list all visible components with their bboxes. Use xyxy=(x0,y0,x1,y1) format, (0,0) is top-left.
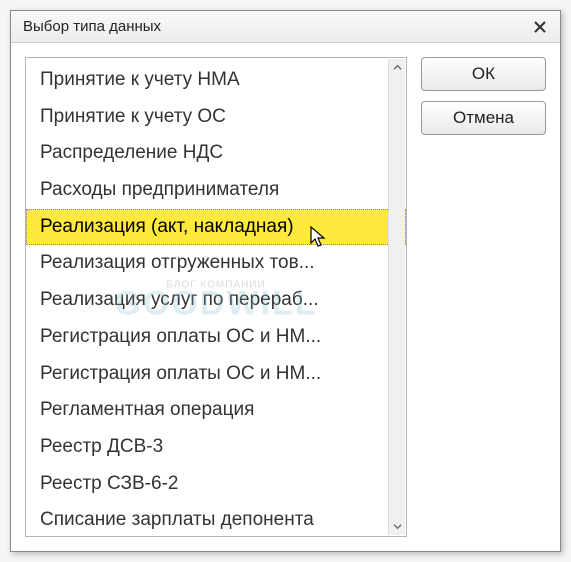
list-item[interactable]: Регламентная операция xyxy=(26,392,406,429)
titlebar: Выбор типа данных xyxy=(11,11,560,43)
dialog-actions: ОК Отмена xyxy=(421,57,546,537)
type-list[interactable]: Принятие к учету НМАПринятие к учету ОСР… xyxy=(26,58,406,536)
list-item[interactable]: Реализация отгруженных тов... xyxy=(26,245,406,282)
list-item[interactable]: Реализация услуг по перераб... xyxy=(26,282,406,319)
list-item[interactable]: Регистрация оплаты ОС и НМ... xyxy=(26,319,406,356)
list-item[interactable]: Списание зарплаты депонента xyxy=(26,502,406,536)
ok-button[interactable]: ОК xyxy=(421,57,546,91)
list-item[interactable]: Реестр СЗВ-6-2 xyxy=(26,466,406,503)
list-viewport: Принятие к учету НМАПринятие к учету ОСР… xyxy=(26,58,406,536)
chevron-down-icon xyxy=(393,522,402,531)
type-list-container: Принятие к учету НМАПринятие к учету ОСР… xyxy=(25,57,407,537)
scrollbar[interactable] xyxy=(388,59,405,535)
close-icon xyxy=(533,20,547,34)
list-item[interactable]: Принятие к учету НМА xyxy=(26,62,406,99)
dialog-body: Принятие к учету НМАПринятие к учету ОСР… xyxy=(11,43,560,551)
dialog-title: Выбор типа данных xyxy=(23,18,528,35)
close-button[interactable] xyxy=(528,15,552,39)
scroll-up-button[interactable] xyxy=(389,59,405,76)
type-select-dialog: Выбор типа данных Принятие к учету НМАПр… xyxy=(10,10,561,552)
list-item[interactable]: Принятие к учету ОС xyxy=(26,99,406,136)
scroll-down-button[interactable] xyxy=(389,518,405,535)
list-item[interactable]: Регистрация оплаты ОС и НМ... xyxy=(26,356,406,393)
cancel-button[interactable]: Отмена xyxy=(421,101,546,135)
list-item[interactable]: Реализация (акт, накладная) xyxy=(26,209,406,246)
list-item[interactable]: Расходы предпринимателя xyxy=(26,172,406,209)
list-item[interactable]: Распределение НДС xyxy=(26,135,406,172)
chevron-up-icon xyxy=(393,63,402,72)
list-item[interactable]: Реестр ДСВ-3 xyxy=(26,429,406,466)
